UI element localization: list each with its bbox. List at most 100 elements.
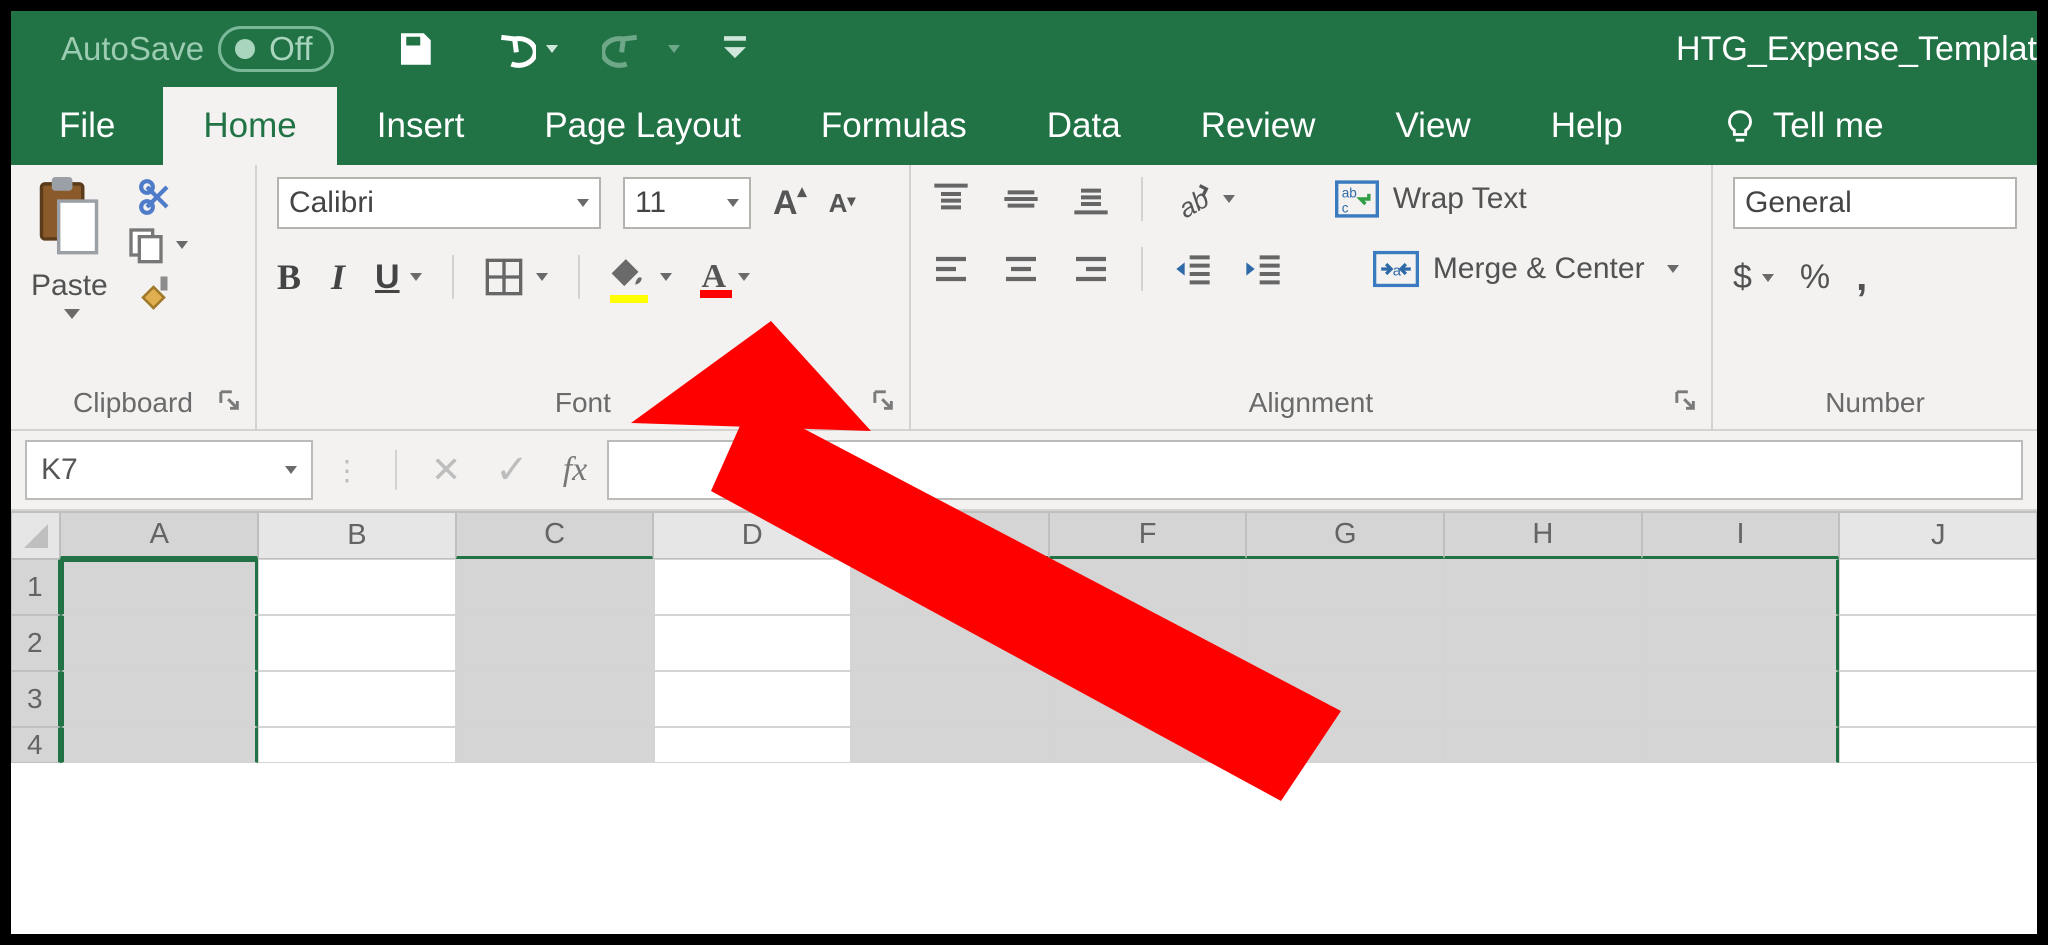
number-format-dropdown[interactable]: General xyxy=(1733,177,2017,229)
cell[interactable] xyxy=(61,615,259,671)
select-all-corner[interactable] xyxy=(11,511,60,559)
save-button[interactable] xyxy=(394,28,436,70)
fill-color-button[interactable] xyxy=(610,258,672,297)
cell[interactable] xyxy=(1444,671,1642,727)
cell[interactable] xyxy=(456,671,654,727)
decrease-font-size-button[interactable]: A▾ xyxy=(829,188,856,219)
cell[interactable] xyxy=(851,727,1049,763)
cell[interactable] xyxy=(1246,727,1444,763)
cell[interactable] xyxy=(654,671,852,727)
cell[interactable] xyxy=(1049,671,1247,727)
cell[interactable] xyxy=(258,615,456,671)
cell[interactable] xyxy=(1839,559,2037,615)
percent-format-button[interactable]: % xyxy=(1800,258,1830,297)
tab-view[interactable]: View xyxy=(1355,87,1510,165)
formula-input[interactable] xyxy=(607,440,2023,500)
cell[interactable] xyxy=(1049,615,1247,671)
paste-button[interactable]: Paste xyxy=(31,177,108,319)
cell[interactable] xyxy=(61,671,259,727)
cell[interactable] xyxy=(258,727,456,763)
column-header-i[interactable]: I xyxy=(1642,511,1840,559)
column-header-h[interactable]: H xyxy=(1444,511,1642,559)
qat-customize-button[interactable] xyxy=(724,36,746,62)
cell[interactable] xyxy=(1444,559,1642,615)
cell[interactable] xyxy=(1444,727,1642,763)
cell[interactable] xyxy=(1839,671,2037,727)
row-header-3[interactable]: 3 xyxy=(11,671,61,727)
column-header-c[interactable]: C xyxy=(456,511,654,559)
align-left-button[interactable] xyxy=(931,249,971,289)
column-header-b[interactable]: B xyxy=(258,511,456,559)
orientation-button[interactable]: ab xyxy=(1173,179,1235,219)
cell[interactable] xyxy=(1049,559,1247,615)
copy-button[interactable] xyxy=(126,225,188,265)
cell[interactable] xyxy=(1839,615,2037,671)
cell[interactable] xyxy=(654,727,852,763)
tab-file[interactable]: File xyxy=(11,87,163,165)
column-header-d[interactable]: D xyxy=(653,511,851,559)
wrap-text-button[interactable]: abc Wrap Text xyxy=(1335,180,1527,218)
cell[interactable] xyxy=(1642,671,1840,727)
undo-button[interactable] xyxy=(480,29,558,69)
cell[interactable] xyxy=(1049,727,1247,763)
cell[interactable] xyxy=(1246,559,1444,615)
redo-button[interactable] xyxy=(602,29,680,69)
increase-font-size-button[interactable]: A▴ xyxy=(773,184,807,223)
align-center-button[interactable] xyxy=(1001,249,1041,289)
autosave-pill[interactable]: Off xyxy=(218,26,333,72)
cell[interactable] xyxy=(258,671,456,727)
bold-button[interactable]: B xyxy=(277,256,301,298)
dialog-launcher-icon[interactable] xyxy=(219,387,241,419)
cell[interactable] xyxy=(654,615,852,671)
tab-insert[interactable]: Insert xyxy=(337,87,505,165)
italic-button[interactable]: I xyxy=(331,256,345,298)
enter-formula-button[interactable]: ✓ xyxy=(495,447,529,493)
spreadsheet-grid[interactable]: A B C D E F G H I J 1 2 xyxy=(11,511,2037,763)
font-name-dropdown[interactable]: Calibri xyxy=(277,177,601,229)
cell[interactable] xyxy=(1642,615,1840,671)
cell[interactable] xyxy=(1246,615,1444,671)
cell[interactable] xyxy=(61,559,259,615)
tab-formulas[interactable]: Formulas xyxy=(781,87,1007,165)
drag-handle-icon[interactable]: ⋮ xyxy=(333,454,361,487)
decrease-indent-button[interactable] xyxy=(1173,249,1213,289)
cell[interactable] xyxy=(456,727,654,763)
row-header-2[interactable]: 2 xyxy=(11,615,61,671)
cancel-formula-button[interactable]: ✕ xyxy=(431,449,461,491)
align-middle-button[interactable] xyxy=(1001,179,1041,219)
tab-page-layout[interactable]: Page Layout xyxy=(504,87,781,165)
cell[interactable] xyxy=(61,727,259,763)
column-header-a[interactable]: A xyxy=(60,511,258,559)
column-header-j[interactable]: J xyxy=(1839,511,2037,559)
tab-review[interactable]: Review xyxy=(1161,87,1356,165)
font-color-button[interactable]: A xyxy=(702,258,751,296)
cell[interactable] xyxy=(456,559,654,615)
cell[interactable] xyxy=(258,559,456,615)
cell[interactable] xyxy=(851,615,1049,671)
column-header-f[interactable]: F xyxy=(1049,511,1247,559)
font-size-dropdown[interactable]: 11 xyxy=(623,177,751,229)
cell[interactable] xyxy=(1444,615,1642,671)
dialog-launcher-icon[interactable] xyxy=(873,387,895,419)
borders-button[interactable] xyxy=(484,257,548,297)
align-bottom-button[interactable] xyxy=(1071,179,1111,219)
row-header-1[interactable]: 1 xyxy=(11,559,61,615)
name-box[interactable]: K7 xyxy=(25,440,313,500)
cell[interactable] xyxy=(1839,727,2037,763)
underline-button[interactable]: U xyxy=(375,258,422,297)
column-header-e[interactable]: E xyxy=(851,511,1049,559)
cell[interactable] xyxy=(851,559,1049,615)
row-header-4[interactable]: 4 xyxy=(11,727,61,763)
cell[interactable] xyxy=(851,671,1049,727)
tab-help[interactable]: Help xyxy=(1511,87,1663,165)
tell-me-search[interactable]: Tell me xyxy=(1683,87,1924,165)
cell[interactable] xyxy=(1642,727,1840,763)
cut-button[interactable] xyxy=(137,177,177,217)
cell[interactable] xyxy=(1642,559,1840,615)
merge-center-button[interactable]: a Merge & Center xyxy=(1373,250,1679,288)
accounting-format-button[interactable]: $ xyxy=(1733,258,1774,297)
autosave-toggle[interactable]: AutoSave Off xyxy=(61,26,334,72)
align-right-button[interactable] xyxy=(1071,249,1111,289)
cell[interactable] xyxy=(1246,671,1444,727)
align-top-button[interactable] xyxy=(931,179,971,219)
